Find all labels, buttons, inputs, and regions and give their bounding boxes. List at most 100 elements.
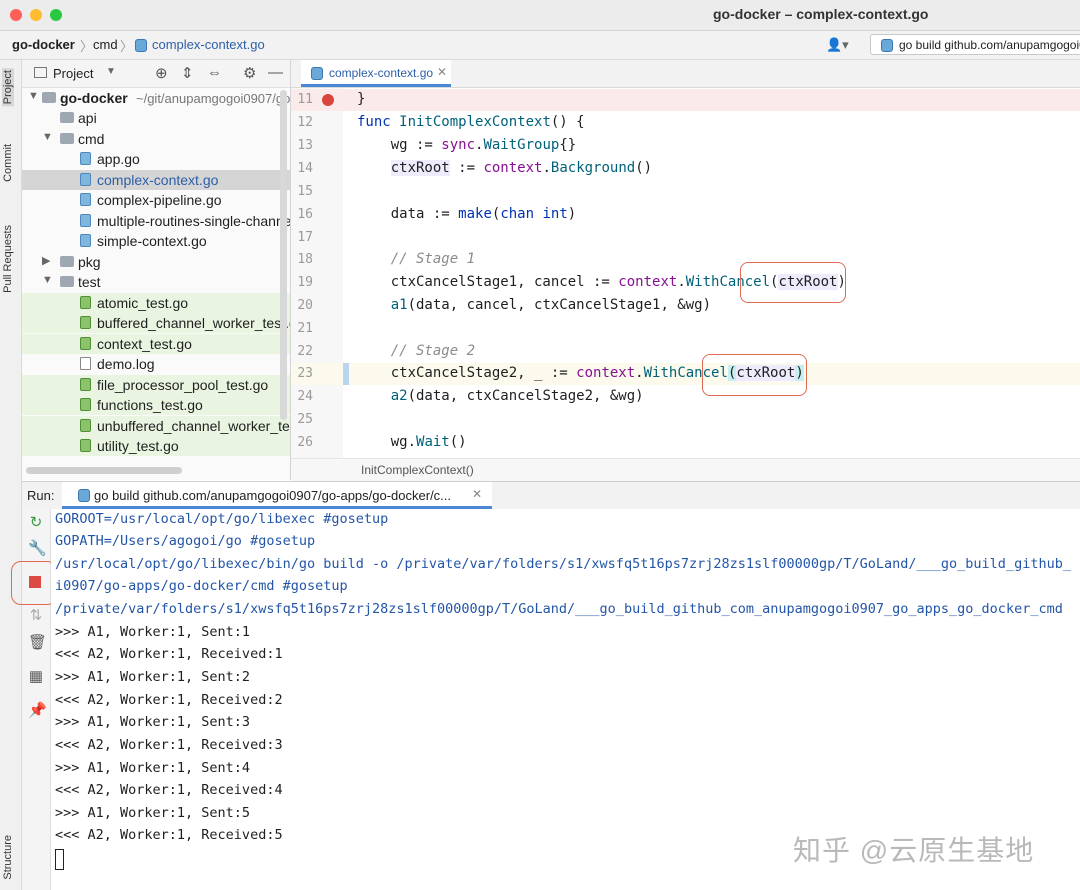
code-line[interactable]: 16 data := make(chan int) (291, 204, 1080, 226)
line-number: 26 (297, 435, 313, 450)
tree-item-file[interactable]: multiple-routines-single-channel.go (22, 211, 290, 231)
rerun-icon[interactable]: ↻ (28, 515, 44, 531)
tree-item-label: api (78, 110, 97, 126)
chevron-down-icon[interactable]: ▼ (42, 274, 53, 286)
hide-panel-icon[interactable]: — (268, 64, 283, 81)
code-line[interactable]: 22 // Stage 2 (291, 341, 1080, 363)
code-line[interactable]: 20 a1(data, cancel, ctxCancelStage1, &wg… (291, 295, 1080, 317)
tree-root[interactable]: ▼ go-docker ~/git/anupamgogoi0907/go-app… (22, 88, 290, 108)
breakpoint-icon[interactable] (322, 94, 334, 106)
breadcrumb-separator: 〉 (80, 39, 94, 54)
zoom-window-button[interactable] (50, 9, 62, 21)
line-number: 20 (297, 298, 313, 313)
tree-item-label: utility_test.go (97, 438, 179, 454)
run-tab[interactable]: go build github.com/anupamgogoi0907/go-a… (62, 482, 492, 509)
tree-item-file-selected[interactable]: complex-context.go (22, 170, 290, 190)
code-line[interactable]: 25 (291, 409, 1080, 431)
tree-item-test-file[interactable]: context_test.go (22, 334, 290, 354)
line-number: 17 (297, 230, 313, 245)
tree-item-test-file[interactable]: utility_test.go (22, 436, 290, 456)
tree-item-test-file[interactable]: atomic_test.go (22, 293, 290, 313)
code-line[interactable]: 11 } (291, 89, 1080, 111)
trash-icon[interactable]: 🗑 (28, 635, 47, 651)
tree-item-log-file[interactable]: demo.log (22, 354, 290, 374)
project-view-label[interactable]: Project (53, 66, 93, 81)
tree-item-test-file[interactable]: buffered_channel_worker_test.go (22, 313, 290, 333)
tree-item-label: app.go (97, 151, 140, 167)
tree-item-label: atomic_test.go (97, 295, 189, 311)
tree-item-label: file_processor_pool_test.go (97, 377, 269, 393)
tab-label: complex-context.go (329, 66, 434, 80)
console-line: >>> A1, Worker:1, Sent:4 (55, 760, 251, 776)
tree-item-test-file[interactable]: functions_test.go (22, 395, 290, 415)
breadcrumb-file[interactable]: complex-context.go (152, 37, 265, 52)
horizontal-scrollbar[interactable] (26, 467, 182, 474)
close-icon[interactable]: ✕ (437, 65, 447, 79)
code-line[interactable]: 18 // Stage 1 (291, 249, 1080, 271)
chevron-down-icon[interactable]: ▼ (28, 90, 39, 102)
chevron-down-icon[interactable]: ▼ (106, 66, 116, 77)
pin-icon[interactable]: 📌 (28, 703, 47, 719)
breadcrumb-folder[interactable]: cmd (93, 37, 118, 52)
close-window-button[interactable] (10, 9, 22, 21)
code-line[interactable]: 26 wg.Wait() (291, 432, 1080, 454)
watermark: 知乎 @云原生基地 (793, 835, 1035, 866)
tree-item-cmd[interactable]: ▼ cmd (22, 129, 290, 149)
tree-item-api[interactable]: api (22, 108, 290, 128)
code-line[interactable]: 15 (291, 181, 1080, 203)
locate-icon[interactable]: ⊕ (155, 64, 168, 82)
code-line[interactable]: 17 (291, 227, 1080, 249)
line-number: 22 (297, 344, 313, 359)
code-line[interactable]: 24 a2(data, ctxCancelStage2, &wg) (291, 386, 1080, 408)
folder-icon (60, 256, 74, 267)
breadcrumb-separator: 〉 (120, 39, 134, 54)
code-line[interactable]: 21 (291, 318, 1080, 340)
line-number: 23 (297, 366, 313, 381)
code-line-current[interactable]: 23 ctxCancelStage2, _ := context.WithCan… (291, 363, 1080, 385)
sort-icon[interactable]: ⇅ (28, 608, 44, 624)
text-cursor[interactable] (55, 849, 64, 870)
run-configuration-select[interactable]: go build github.com/anupamgogoi0907/go-a… (870, 34, 1080, 55)
console-line: <<< A2, Worker:1, Received:1 (55, 646, 283, 662)
root-path: ~/git/anupamgogoi0907/go-apps/go-docker (136, 91, 291, 106)
tab-commit[interactable]: Commit (2, 144, 14, 182)
editor-tab-bar: complex-context.go ✕ (291, 60, 1080, 88)
tab-pull-requests[interactable]: Pull Requests (2, 225, 14, 293)
chevron-down-icon[interactable]: ▼ (42, 131, 53, 143)
code-line[interactable]: 19 ctxCancelStage1, cancel := context.Wi… (291, 272, 1080, 294)
code-line[interactable]: 13 wg := sync.WaitGroup{} (291, 135, 1080, 157)
tree-item-file[interactable]: simple-context.go (22, 231, 290, 251)
console-line: <<< A2, Worker:1, Received:5 (55, 827, 283, 843)
user-icon[interactable]: 👤▾ (826, 37, 849, 53)
tree-item-label: pkg (78, 254, 101, 270)
code-line[interactable]: 14 ctxRoot := context.Background() (291, 158, 1080, 180)
tree-item-label: demo.log (97, 356, 155, 372)
gear-icon[interactable]: ⚙ (243, 64, 256, 82)
go-file-icon (80, 234, 91, 247)
tree-item-test-file[interactable]: file_processor_pool_test.go (22, 375, 290, 395)
tree-item-label: buffered_channel_worker_test.go (97, 315, 291, 331)
layout-icon[interactable]: ▦ (28, 669, 44, 685)
console-line: >>> A1, Worker:1, Sent:1 (55, 624, 251, 640)
wrench-icon[interactable]: 🔧 (28, 541, 47, 557)
vertical-scrollbar[interactable] (280, 90, 287, 420)
chevron-right-icon[interactable]: ▶ (42, 254, 50, 267)
breadcrumb-project[interactable]: go-docker (12, 37, 75, 52)
expand-all-icon[interactable]: ⇕ (181, 64, 194, 82)
function-breadcrumb[interactable]: InitComplexContext() (361, 463, 474, 477)
tab-structure[interactable]: Structure (2, 835, 14, 880)
line-number: 13 (297, 138, 313, 153)
tree-item-pkg[interactable]: ▶ pkg (22, 252, 290, 272)
console-line: <<< A2, Worker:1, Received:2 (55, 692, 283, 708)
tree-item-file[interactable]: complex-pipeline.go (22, 190, 290, 210)
tree-item-test-file[interactable]: unbuffered_channel_worker_test.go (22, 416, 290, 436)
tree-item-file[interactable]: app.go (22, 149, 290, 169)
minimize-window-button[interactable] (30, 9, 42, 21)
console-line: GOROOT=/usr/local/opt/go/libexec #gosetu… (55, 511, 389, 527)
tab-complex-context[interactable]: complex-context.go ✕ (301, 60, 451, 87)
code-line[interactable]: 12 func InitComplexContext() { (291, 112, 1080, 134)
close-icon[interactable]: ✕ (472, 487, 482, 501)
collapse-all-icon[interactable]: ⇔ (207, 64, 222, 81)
tab-project[interactable]: Project (2, 68, 14, 107)
tree-item-test[interactable]: ▼ test (22, 272, 290, 292)
